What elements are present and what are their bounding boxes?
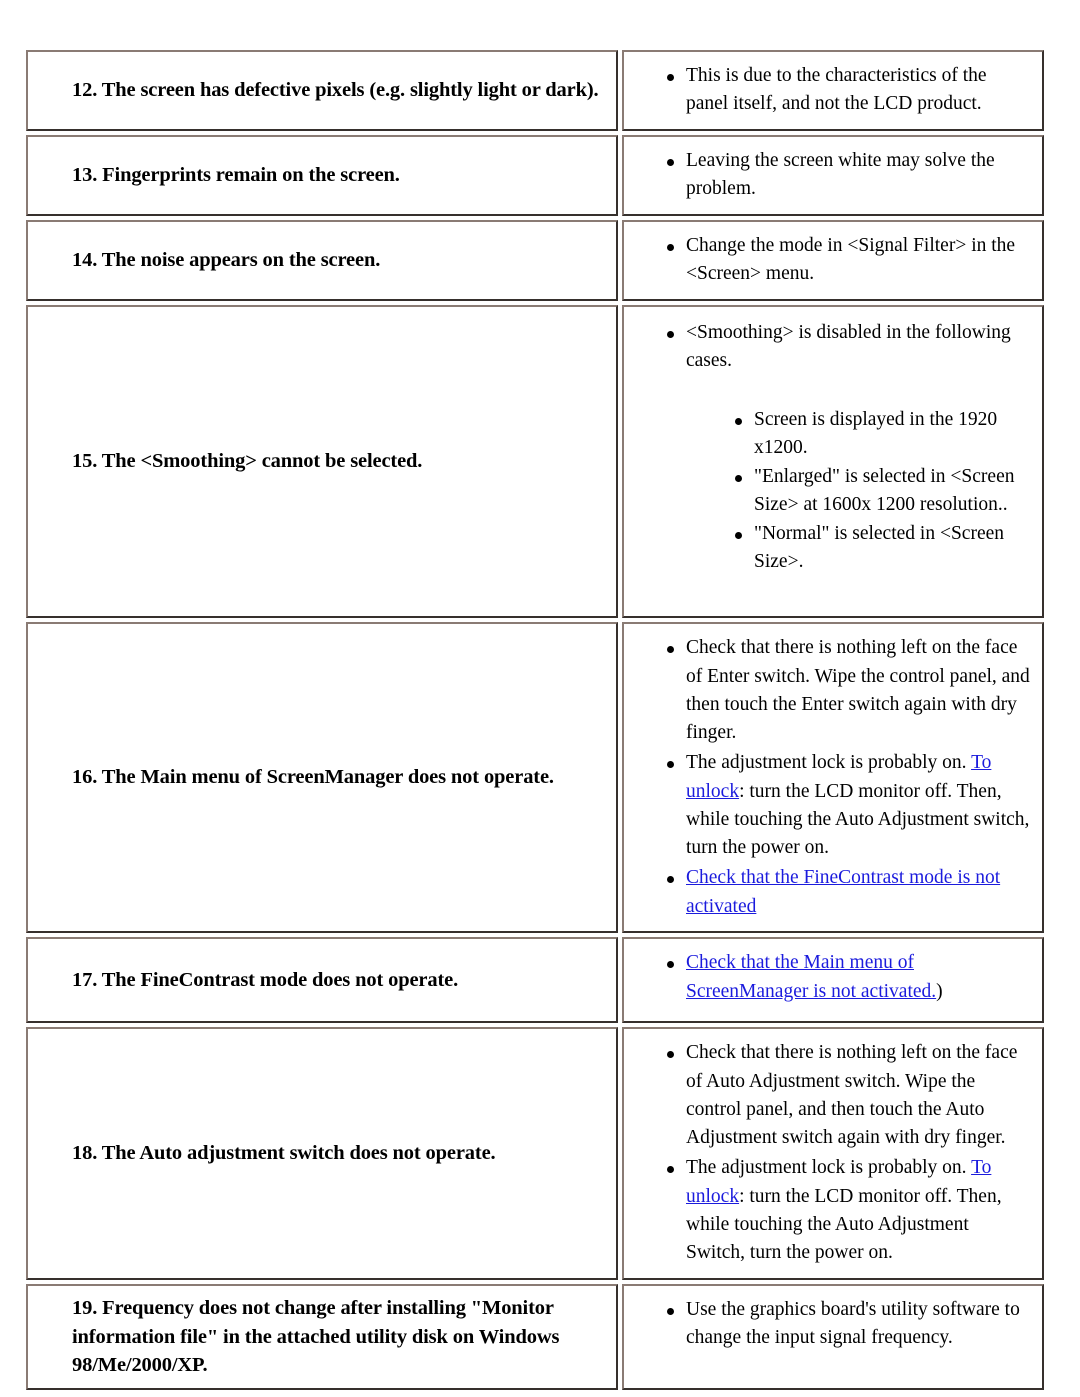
- sub-bullet-text: Screen is displayed in the 1920 x1200.: [754, 408, 998, 459]
- symptom-text: 12. The screen has defective pixels (e.g…: [72, 79, 599, 102]
- remedy-content: Check that there is nothing left on the …: [624, 1029, 1042, 1278]
- remedy-list: Change the mode in <Signal Filter> in th…: [624, 232, 1032, 289]
- remedy-content: This is due to the characteristics of th…: [624, 52, 1042, 129]
- bullet-text: <Smoothing> is disabled in the following…: [686, 321, 1011, 372]
- troubleshooting-table: 12. The screen has defective pixels (e.g…: [22, 46, 1048, 1394]
- sub-list-item: "Normal" is selected in <Screen Size>.: [734, 520, 1032, 577]
- symptom-text: 15. The <Smoothing> cannot be selected.: [72, 450, 423, 473]
- symptom-text: 17. The FineContrast mode does not opera…: [72, 968, 459, 991]
- remedy-content: Change the mode in <Signal Filter> in th…: [624, 222, 1042, 299]
- remedy-content: Leaving the screen white may solve the p…: [624, 137, 1042, 214]
- table-row: 12. The screen has defective pixels (e.g…: [26, 50, 1044, 131]
- remedy-cell: Use the graphics board's utility softwar…: [622, 1283, 1044, 1390]
- bullet-text: Change the mode in <Signal Filter> in th…: [686, 234, 1016, 285]
- remedy-list: This is due to the characteristics of th…: [624, 62, 1032, 119]
- table-row: 16. The Main menu of ScreenManager does …: [26, 622, 1044, 934]
- list-item: Check that the Main menu of ScreenManage…: [666, 949, 1032, 1006]
- bullet-text: Use the graphics board's utility softwar…: [686, 1298, 1020, 1349]
- bullet-text: The adjustment lock is probably on.: [686, 752, 972, 774]
- symptom-cell: 15. The <Smoothing> cannot be selected.: [26, 304, 618, 619]
- table-row: 17. The FineContrast mode does not opera…: [26, 937, 1044, 1024]
- symptom-text: 18. The Auto adjustment switch does not …: [72, 1142, 496, 1165]
- list-item: Check that there is nothing left on the …: [666, 634, 1032, 748]
- table-row: 19. Frequency does not change after inst…: [26, 1283, 1044, 1390]
- symptom-cell: 18. The Auto adjustment switch does not …: [26, 1027, 618, 1280]
- document-page: 12. The screen has defective pixels (e.g…: [0, 0, 1080, 1394]
- symptom-cell: 13. Fingerprints remain on the screen.: [26, 134, 618, 216]
- bullet-text: Leaving the screen white may solve the p…: [686, 149, 995, 200]
- remedy-content: Check that the Main menu of ScreenManage…: [624, 939, 1042, 1016]
- list-item: Check that there is nothing left on the …: [666, 1039, 1032, 1153]
- table-body: 12. The screen has defective pixels (e.g…: [26, 50, 1044, 1390]
- remedy-content: <Smoothing> is disabled in the following…: [624, 307, 1042, 616]
- list-item: The adjustment lock is probably on. To u…: [666, 749, 1032, 863]
- remedy-list: Check that there is nothing left on the …: [624, 634, 1032, 921]
- list-item: <Smoothing> is disabled in the following…: [666, 319, 1032, 606]
- list-item: Leaving the screen white may solve the p…: [666, 147, 1032, 204]
- list-item: Change the mode in <Signal Filter> in th…: [666, 232, 1032, 289]
- symptom-cell: 16. The Main menu of ScreenManager does …: [26, 622, 618, 934]
- symptom-text: 19. Frequency does not change after inst…: [72, 1296, 560, 1377]
- table-row: 15. The <Smoothing> cannot be selected. …: [26, 304, 1044, 619]
- table-row: 18. The Auto adjustment switch does not …: [26, 1027, 1044, 1280]
- sub-list-item: "Enlarged" is selected in <Screen Size> …: [734, 463, 1032, 520]
- remedy-cell: Check that there is nothing left on the …: [622, 1027, 1044, 1280]
- symptom-cell: 19. Frequency does not change after inst…: [26, 1283, 618, 1390]
- list-item: Use the graphics board's utility softwar…: [666, 1296, 1032, 1353]
- list-item: The adjustment lock is probably on. To u…: [666, 1154, 1032, 1268]
- bullet-text: This is due to the characteristics of th…: [686, 65, 987, 115]
- remedy-cell: Leaving the screen white may solve the p…: [622, 134, 1044, 216]
- remedy-list: Leaving the screen white may solve the p…: [624, 147, 1032, 204]
- symptom-cell: 17. The FineContrast mode does not opera…: [26, 937, 618, 1024]
- bullet-text: The adjustment lock is probably on.: [686, 1157, 972, 1179]
- remedy-cell: This is due to the characteristics of th…: [622, 50, 1044, 131]
- bullet-text: ): [936, 980, 943, 1002]
- symptom-text: 14. The noise appears on the screen.: [72, 249, 381, 271]
- remedy-list: Check that there is nothing left on the …: [624, 1039, 1032, 1268]
- remedy-list: Use the graphics board's utility softwar…: [624, 1296, 1032, 1353]
- symptom-cell: 14. The noise appears on the screen.: [26, 219, 618, 301]
- symptom-text: 13. Fingerprints remain on the screen.: [72, 164, 400, 187]
- table-row: 13. Fingerprints remain on the screen. L…: [26, 134, 1044, 216]
- remedy-list: <Smoothing> is disabled in the following…: [624, 319, 1032, 606]
- sub-bullet-text: "Normal" is selected in <Screen Size>.: [754, 522, 1005, 573]
- finecontrast-not-activated-link[interactable]: Check that the FineContrast mode is not …: [686, 867, 1000, 916]
- list-item: Check that the FineContrast mode is not …: [666, 864, 1032, 921]
- remedy-cell: Change the mode in <Signal Filter> in th…: [622, 219, 1044, 301]
- remedy-content: Check that there is nothing left on the …: [624, 624, 1042, 931]
- bullet-text: Check that there is nothing left on the …: [686, 1042, 1018, 1149]
- remedy-cell: Check that the Main menu of ScreenManage…: [622, 937, 1044, 1024]
- table-row: 14. The noise appears on the screen. Cha…: [26, 219, 1044, 301]
- main-menu-not-activated-link[interactable]: Check that the Main menu of ScreenManage…: [686, 952, 936, 1001]
- symptom-text: 16. The Main menu of ScreenManager does …: [72, 766, 554, 789]
- remedy-list: Check that the Main menu of ScreenManage…: [624, 949, 1032, 1006]
- remedy-content: Use the graphics board's utility softwar…: [624, 1286, 1042, 1363]
- symptom-cell: 12. The screen has defective pixels (e.g…: [26, 50, 618, 131]
- sub-list-item: Screen is displayed in the 1920 x1200.: [734, 406, 1032, 463]
- remedy-cell: <Smoothing> is disabled in the following…: [622, 304, 1044, 619]
- bullet-text: Check that there is nothing left on the …: [686, 637, 1030, 744]
- list-item: This is due to the characteristics of th…: [666, 62, 1032, 119]
- remedy-cell: Check that there is nothing left on the …: [622, 622, 1044, 934]
- sub-bullet-text: "Enlarged" is selected in <Screen Size> …: [754, 465, 1015, 516]
- remedy-sublist: Screen is displayed in the 1920 x1200. "…: [686, 406, 1032, 606]
